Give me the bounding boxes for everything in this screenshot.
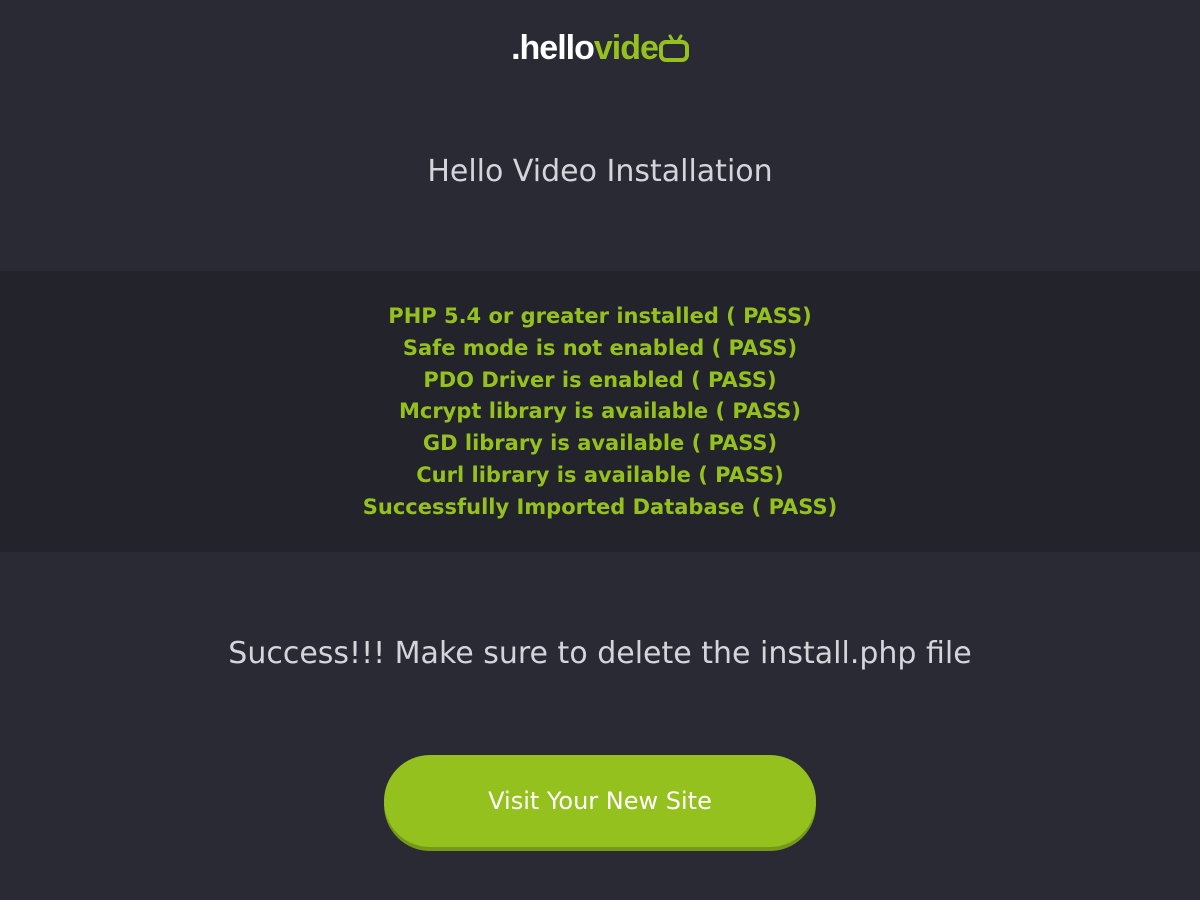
- check-item-gd: GD library is available ( PASS): [422, 431, 778, 456]
- page-title: Hello Video Installation: [427, 154, 773, 189]
- success-message: Success!!! Make sure to delete the insta…: [228, 636, 972, 671]
- check-item-safe-mode: Safe mode is not enabled ( PASS): [402, 335, 798, 360]
- check-item-mcrypt: Mcrypt library is available ( PASS): [398, 399, 801, 424]
- tv-icon: [658, 40, 689, 62]
- check-item-pdo: PDO Driver is enabled ( PASS): [423, 367, 777, 392]
- logo-text-video: vide: [593, 29, 659, 67]
- check-item-curl: Curl library is available ( PASS): [416, 462, 784, 487]
- visit-site-button[interactable]: Visit Your New Site: [384, 755, 816, 847]
- logo-text-hello: .hello: [511, 29, 595, 67]
- requirements-panel: PHP 5.4 or greater installed ( PASS) Saf…: [0, 271, 1200, 552]
- check-item-database: Successfully Imported Database ( PASS): [362, 494, 838, 519]
- hellovideo-logo: .hellovide: [0, 28, 1200, 68]
- install-page: .hellovide Hello Video Installation PHP …: [0, 0, 1200, 900]
- check-item-php: PHP 5.4 or greater installed ( PASS): [388, 304, 812, 328]
